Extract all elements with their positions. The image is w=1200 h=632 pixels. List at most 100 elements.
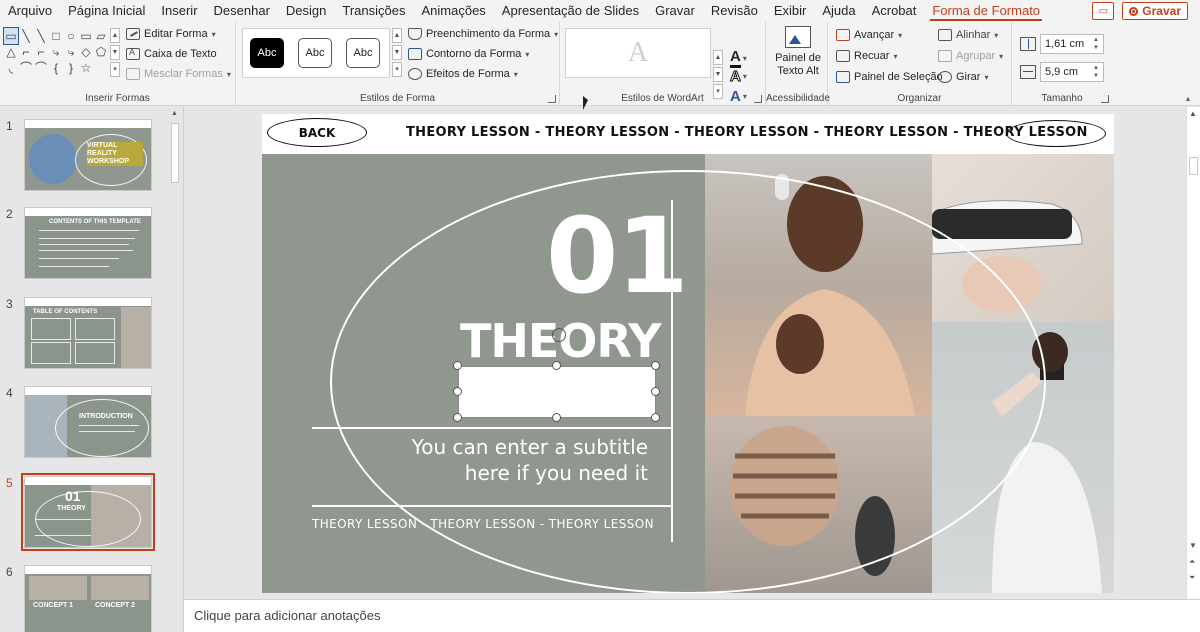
- shape-option-icon[interactable]: □: [49, 28, 63, 44]
- resize-handle-r[interactable]: [651, 387, 660, 396]
- dialog-launcher-icon[interactable]: [754, 95, 762, 103]
- shape-option-icon[interactable]: [94, 60, 108, 76]
- next-slide-icon[interactable]: ⏷: [1189, 573, 1195, 583]
- bring-forward-button[interactable]: Avançar ▾: [836, 29, 902, 41]
- wordart-gallery[interactable]: A: [565, 28, 711, 78]
- scroll-down-icon[interactable]: ▼: [392, 45, 402, 60]
- resize-handle-b[interactable]: [552, 413, 561, 422]
- shape-option-icon[interactable]: {: [49, 60, 63, 76]
- shape-style-preset-2[interactable]: Abc: [298, 38, 332, 68]
- menu-tab-5[interactable]: Transições: [334, 0, 413, 22]
- resize-handle-t[interactable]: [552, 361, 561, 370]
- resize-handle-tl[interactable]: [453, 361, 462, 370]
- text-box-button[interactable]: Caixa de Texto: [126, 47, 217, 60]
- shape-option-icon[interactable]: ▱: [94, 28, 108, 44]
- shape-option-icon[interactable]: ⌐: [19, 44, 33, 60]
- back-button[interactable]: BACK: [267, 118, 367, 147]
- shapes-gallery[interactable]: ▭ ╲ ╲ □ ○ ▭ ▱ △ ⌐ ⌐ ⤷ ⤷ ◇ ⬠ ◟ ⌒ ⌒{} ☆: [3, 27, 108, 78]
- alt-text-button[interactable]: Painel de Texto Alt: [772, 26, 824, 90]
- more-icon[interactable]: ▾: [110, 62, 120, 77]
- record-button[interactable]: Gravar: [1122, 2, 1188, 20]
- current-slide[interactable]: BACK THEORY LESSON - THEORY LESSON - THE…: [262, 114, 1114, 593]
- height-spinner[interactable]: ▲ ▼: [1093, 36, 1099, 52]
- slide-thumbnail-6[interactable]: CONCEPT 1 CONCEPT 2: [24, 565, 152, 632]
- menu-tab-0[interactable]: Arquivo: [0, 0, 60, 22]
- rotation-handle-icon[interactable]: [552, 328, 566, 342]
- menu-tab-13[interactable]: Forma de Formato: [924, 0, 1048, 22]
- dialog-launcher-icon[interactable]: [1101, 95, 1109, 103]
- shape-option-icon[interactable]: △: [4, 44, 18, 60]
- menu-tab-9[interactable]: Revisão: [703, 0, 766, 22]
- menu-tab-8[interactable]: Gravar: [647, 0, 703, 22]
- shape-outline-button[interactable]: Contorno da Forma ▾: [408, 48, 529, 60]
- shape-width-input[interactable]: 5,9 cm ▲ ▼: [1040, 62, 1104, 82]
- width-spinner[interactable]: ▲ ▼: [1093, 64, 1099, 80]
- resize-handle-br[interactable]: [651, 413, 660, 422]
- scroll-down-icon[interactable]: ▼: [110, 45, 120, 60]
- shape-option-icon[interactable]: ⌒: [19, 60, 33, 76]
- slide-thumbnail-3[interactable]: TABLE OF CONTENTS: [24, 297, 152, 369]
- menu-tab-2[interactable]: Inserir: [153, 0, 205, 22]
- menu-tab-10[interactable]: Exibir: [766, 0, 815, 22]
- text-outline-button[interactable]: A ▾: [730, 68, 747, 86]
- menu-tab-1[interactable]: Página Inicial: [60, 0, 153, 22]
- scrollbar-thumb[interactable]: [171, 123, 179, 183]
- shape-option-icon[interactable]: ╲: [34, 28, 48, 44]
- shape-option-icon[interactable]: ◟: [4, 60, 18, 76]
- shape-option-icon[interactable]: }: [64, 60, 78, 76]
- shape-fill-button[interactable]: Preenchimento da Forma ▾: [408, 28, 558, 40]
- notes-pane[interactable]: Clique para adicionar anotações: [184, 599, 1200, 632]
- shape-option-icon[interactable]: ⬠: [94, 44, 108, 60]
- menu-tab-11[interactable]: Ajuda: [814, 0, 863, 22]
- shape-effects-button[interactable]: Efeitos de Forma ▾: [408, 68, 518, 80]
- menu-tab-7[interactable]: Apresentação de Slides: [494, 0, 647, 22]
- menu-tab-6[interactable]: Animações: [413, 0, 493, 22]
- scroll-up-icon[interactable]: ▲: [392, 28, 402, 43]
- shape-style-preset-3[interactable]: Abc: [346, 38, 380, 68]
- dialog-launcher-icon[interactable]: [548, 95, 556, 103]
- send-backward-button[interactable]: Recuar ▾: [836, 50, 897, 62]
- shape-option-icon[interactable]: ▭: [3, 27, 19, 45]
- header-oval-shape[interactable]: [1006, 120, 1106, 147]
- text-fill-button[interactable]: A ▾: [730, 48, 747, 68]
- shape-option-icon[interactable]: ⤷: [49, 44, 63, 60]
- align-button[interactable]: Alinhar ▾: [938, 29, 998, 41]
- scroll-up-icon[interactable]: ▲: [1189, 109, 1197, 118]
- scroll-up-icon[interactable]: ▲: [171, 110, 178, 117]
- shape-option-icon[interactable]: ⤷: [64, 44, 78, 60]
- menu-tab-3[interactable]: Desenhar: [206, 0, 278, 22]
- menu-tab-12[interactable]: Acrobat: [864, 0, 925, 22]
- previous-slide-icon[interactable]: ⏶: [1189, 557, 1195, 567]
- scroll-up-icon[interactable]: ▲: [713, 50, 723, 65]
- scroll-up-icon[interactable]: ▲: [110, 28, 120, 43]
- thumbnail-scrollbar[interactable]: ▲: [168, 107, 182, 632]
- scroll-down-icon[interactable]: ▼: [713, 67, 723, 82]
- scroll-down-icon[interactable]: ▼: [1189, 541, 1197, 550]
- selected-white-rectangle[interactable]: [458, 366, 656, 418]
- shape-option-icon[interactable]: ☆: [79, 60, 93, 76]
- rotate-button[interactable]: Girar ▾: [938, 71, 988, 83]
- shape-option-icon[interactable]: ◇: [79, 44, 93, 60]
- shape-option-icon[interactable]: ○: [64, 28, 78, 44]
- large-oval-outline[interactable]: [330, 170, 1046, 593]
- ribbon-collapse-icon[interactable]: ▴: [1186, 94, 1190, 103]
- menu-tab-4[interactable]: Design: [278, 0, 334, 22]
- shape-style-preset-1[interactable]: Abc: [250, 38, 284, 68]
- more-icon[interactable]: ▾: [713, 84, 723, 99]
- shape-option-icon[interactable]: ╲: [19, 28, 33, 44]
- slide-thumbnail-1[interactable]: VIRTUAL REALITY WORKSHOP: [24, 119, 152, 191]
- text-effects-button[interactable]: A ▾: [730, 88, 747, 105]
- group-objects-button[interactable]: Agrupar ▾: [938, 50, 1003, 62]
- slide-thumbnail-4[interactable]: INTRODUCTION: [24, 386, 152, 458]
- comments-icon[interactable]: ▭: [1092, 2, 1115, 20]
- slide-scrollbar[interactable]: ▲ ▼ ⏶ ⏷: [1186, 107, 1200, 599]
- shape-option-icon[interactable]: ⌐: [34, 44, 48, 60]
- resize-handle-l[interactable]: [453, 387, 462, 396]
- edit-shape-button[interactable]: Editar Forma ▾: [126, 28, 216, 40]
- slide-thumbnail-2[interactable]: CONTENTS OF THIS TEMPLATE: [24, 207, 152, 279]
- scrollbar-thumb[interactable]: [1189, 157, 1198, 175]
- more-icon[interactable]: ▾: [392, 62, 402, 77]
- shape-option-icon[interactable]: ▭: [79, 28, 93, 44]
- header-marquee-text[interactable]: THEORY LESSON - THEORY LESSON - THEORY L…: [406, 125, 1088, 140]
- shape-height-input[interactable]: 1,61 cm ▲ ▼: [1040, 34, 1104, 54]
